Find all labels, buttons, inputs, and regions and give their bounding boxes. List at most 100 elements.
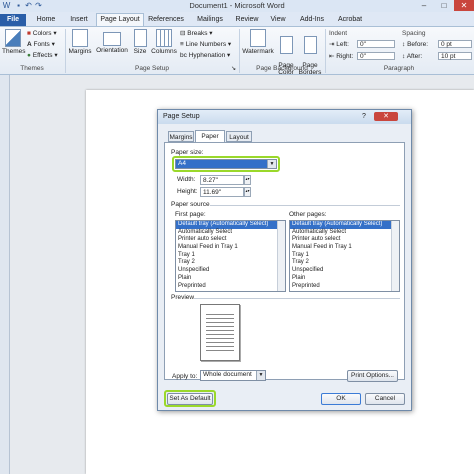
ok-button[interactable]: OK	[321, 393, 361, 405]
dialog-close-button[interactable]: ✕	[374, 112, 398, 121]
colors-icon: ■	[27, 30, 31, 37]
spacing-after-spinner[interactable]: 10 pt	[438, 52, 472, 60]
group-label-themes: Themes	[20, 65, 44, 72]
watermark-button[interactable]: Watermark	[242, 29, 274, 55]
list-item[interactable]: Automatically Select	[176, 229, 285, 237]
window-title: Document1 - Microsoft Word	[189, 1, 285, 10]
tab-file[interactable]: File	[0, 14, 26, 26]
tab-page-layout[interactable]: Page Layout	[96, 13, 144, 26]
chevron-down-icon[interactable]: ▼	[267, 160, 276, 168]
chevron-down-icon[interactable]: ▼	[256, 371, 265, 380]
tab-acrobat[interactable]: Acrobat	[334, 14, 366, 26]
divider	[194, 298, 400, 299]
paper-size-value: A4	[178, 160, 186, 167]
themes-label: Themes	[2, 48, 26, 55]
margins-button[interactable]: Margins	[68, 29, 92, 55]
fonts-icon: A	[27, 41, 32, 48]
list-item[interactable]: Tray 2	[176, 259, 285, 267]
colors-label: Colors	[32, 30, 52, 37]
group-label-page-setup: Page Setup	[135, 65, 169, 72]
list-item[interactable]: Printer auto select	[290, 236, 399, 244]
indent-left-spinner[interactable]: 0"	[357, 40, 395, 48]
other-pages-list[interactable]: Default tray (Automatically Select) Auto…	[289, 220, 400, 292]
redo-icon[interactable]: ↷	[34, 1, 43, 10]
columns-button[interactable]: Columns	[151, 29, 177, 55]
tab-add-ins[interactable]: Add-Ins	[296, 14, 328, 26]
list-item[interactable]: Unspecified	[290, 267, 399, 275]
spacing-before-spinner[interactable]: 0 pt	[438, 40, 472, 48]
list-item[interactable]: Preprinted	[176, 283, 285, 291]
width-spinner-arrows-icon[interactable]: ▴▾	[244, 175, 251, 185]
indent-left-label: ⇥ Left:	[329, 41, 349, 48]
cancel-button[interactable]: Cancel	[365, 393, 405, 405]
tab-layout[interactable]: Layout	[226, 131, 252, 142]
colors-button[interactable]: ■ Colors ▾	[27, 29, 57, 38]
effects-label: Effects	[32, 52, 53, 59]
list-item[interactable]: Manual Feed in Tray 1	[176, 244, 285, 252]
line-numbers-button[interactable]: ≡ Line Numbers ▾	[180, 40, 231, 49]
apply-to-select[interactable]: Whole document ▼	[200, 370, 266, 381]
hyphenation-icon: bc	[180, 52, 187, 59]
height-label: Height:	[177, 188, 198, 195]
breaks-button[interactable]: ⊟ Breaks ▾	[180, 29, 213, 38]
preview-lines	[206, 311, 234, 353]
effects-button[interactable]: ● Effects ▾	[27, 51, 58, 60]
spacing-after-value: 10 pt	[441, 53, 456, 60]
dialog-title: Page Setup	[163, 113, 200, 120]
list-item[interactable]: Plain	[176, 275, 285, 283]
width-input[interactable]: 8.27"	[200, 175, 244, 185]
tab-references[interactable]: References	[146, 14, 186, 26]
list-item[interactable]: Plain	[290, 275, 399, 283]
tab-insert[interactable]: Insert	[64, 14, 94, 26]
list-item[interactable]: Tray 2	[290, 259, 399, 267]
save-icon[interactable]: ▪	[14, 1, 23, 10]
maximize-button[interactable]: □	[434, 0, 454, 11]
themes-button[interactable]: Themes	[2, 29, 26, 55]
word-icon[interactable]: W	[2, 1, 11, 10]
fonts-button[interactable]: A Fonts ▾	[27, 40, 55, 49]
list-item[interactable]: Tray 1	[290, 252, 399, 260]
ribbon-tabs: File Home Insert Page Layout References …	[0, 12, 474, 27]
list-item[interactable]: Automatically Select	[290, 229, 399, 237]
height-value: 11.69"	[203, 189, 222, 196]
close-icon: ✕	[383, 113, 389, 120]
tab-margins[interactable]: Margins	[168, 131, 194, 142]
indent-right-spinner[interactable]: 0"	[357, 52, 395, 60]
vertical-ruler[interactable]	[0, 75, 10, 474]
list-item[interactable]: Preprinted	[290, 283, 399, 291]
list-item[interactable]: Printer auto select	[176, 236, 285, 244]
set-as-default-button[interactable]: Set As Default	[167, 393, 213, 405]
dialog-title-bar[interactable]: Page Setup ? ✕	[158, 110, 411, 124]
list-item[interactable]: Tray 1	[176, 252, 285, 260]
paper-size-select[interactable]: A4 ▼	[175, 159, 277, 169]
page-setup-launcher-icon[interactable]: ↘	[231, 65, 236, 72]
scrollbar[interactable]	[277, 221, 285, 291]
tab-review[interactable]: Review	[232, 14, 262, 26]
watermark-label: Watermark	[242, 48, 274, 55]
help-button[interactable]: ?	[357, 112, 371, 121]
spacing-after-label: ↕ After:	[402, 53, 423, 60]
tab-home[interactable]: Home	[32, 14, 60, 26]
undo-icon[interactable]: ↶	[24, 1, 33, 10]
list-item[interactable]: Manual Feed in Tray 1	[290, 244, 399, 252]
minimize-button[interactable]: –	[414, 0, 434, 11]
divider	[210, 205, 400, 206]
list-item[interactable]: Default tray (Automatically Select)	[176, 221, 285, 229]
height-input[interactable]: 11.69"	[200, 187, 244, 197]
scrollbar[interactable]	[391, 221, 399, 291]
first-page-list[interactable]: Default tray (Automatically Select) Auto…	[175, 220, 286, 292]
first-page-label: First page:	[175, 211, 206, 218]
close-button[interactable]: ✕	[454, 0, 474, 11]
size-button[interactable]: Size	[132, 29, 148, 55]
list-item[interactable]: Default tray (Automatically Select)	[290, 221, 399, 229]
indent-right-value: 0"	[360, 53, 366, 60]
columns-label: Columns	[151, 48, 177, 55]
height-spinner-arrows-icon[interactable]: ▴▾	[244, 187, 251, 197]
tab-mailings[interactable]: Mailings	[192, 14, 228, 26]
tab-view[interactable]: View	[266, 14, 290, 26]
print-options-button[interactable]: Print Options...	[347, 370, 398, 382]
list-item[interactable]: Unspecified	[176, 267, 285, 275]
hyphenation-button[interactable]: bc Hyphenation ▾	[180, 51, 230, 60]
indent-right-label: ⇤ Right:	[329, 53, 354, 60]
orientation-button[interactable]: Orientation	[94, 29, 130, 54]
